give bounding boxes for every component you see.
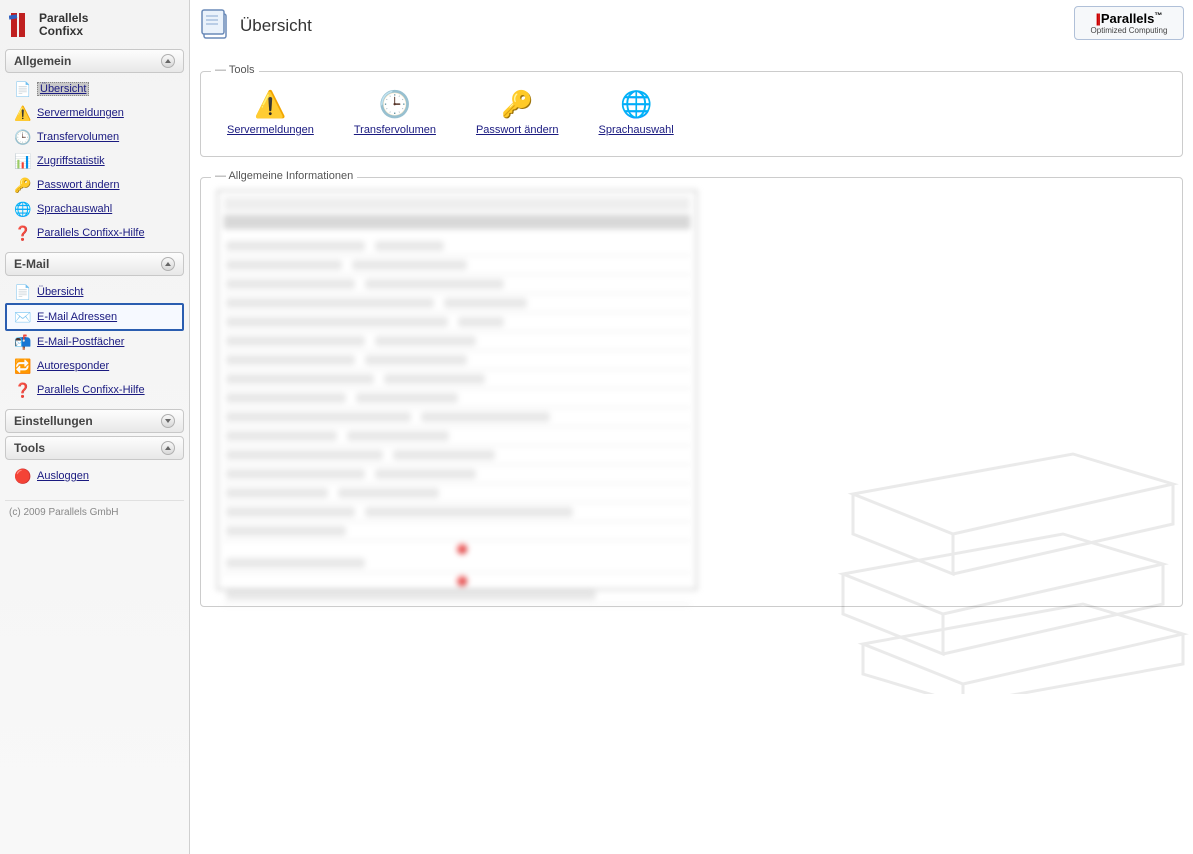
globe-icon: 🌐 (15, 201, 31, 217)
brand-tagline: Optimized Computing (1085, 26, 1173, 35)
nav-section-header[interactable]: E-Mail (5, 252, 184, 276)
nav-item[interactable]: ❓ Parallels Confixx-Hilfe (7, 221, 182, 245)
nav-item[interactable]: 🌐 Sprachauswahl (7, 197, 182, 221)
nav-item[interactable]: 📄 Übersicht (7, 280, 182, 304)
key-icon: 🔑 (15, 177, 31, 193)
nav-item-label[interactable]: Ausloggen (37, 470, 89, 482)
nav-item-label[interactable]: E-Mail Adressen (37, 311, 117, 323)
chart-icon: 📊 (15, 153, 31, 169)
warning-icon: ⚠️ (15, 105, 31, 121)
nav-item[interactable]: 🕒 Transfervolumen (7, 125, 182, 149)
key-icon: 🔑 (501, 88, 533, 120)
info-legend: Allgemeine Informationen (211, 170, 357, 182)
confixx-logo-icon (9, 11, 33, 39)
nav-item[interactable]: 📄 Übersicht (7, 77, 182, 101)
main-content: ||Parallels™ Optimized Computing Übersic… (190, 0, 1193, 854)
globe-icon: 🌐 (620, 88, 652, 120)
nav-items: 🔴 Ausloggen (5, 460, 184, 492)
tool-label[interactable]: Transfervolumen (354, 124, 436, 136)
chevron-up-icon[interactable] (161, 54, 175, 68)
nav-item-label[interactable]: Autoresponder (37, 360, 109, 372)
mailbox-icon: 📬 (15, 334, 31, 350)
page-icon (200, 8, 230, 43)
chevron-up-icon[interactable] (161, 257, 175, 271)
nav-item[interactable]: 🔁 Autoresponder (7, 354, 182, 378)
nav-item[interactable]: ❓ Parallels Confixx-Hilfe (7, 378, 182, 402)
logout-icon: 🔴 (15, 468, 31, 484)
nav-item-label[interactable]: E-Mail-Postfächer (37, 336, 124, 348)
nav-section: Einstellungen (5, 409, 184, 433)
autoreply-icon: 🔁 (15, 358, 31, 374)
nav-section-title: Allgemein (14, 54, 71, 68)
app-logo: Parallels Confixx (5, 5, 184, 49)
warning-icon: ⚠️ (254, 88, 286, 120)
nav-item-label[interactable]: Übersicht (37, 82, 89, 96)
nav-item-label[interactable]: Übersicht (37, 286, 83, 298)
nav-section-header[interactable]: Tools (5, 436, 184, 460)
sidebar: Parallels Confixx Allgemein 📄 Übersicht ⚠️ S… (0, 0, 190, 854)
nav-item-label[interactable]: Sprachauswahl (37, 203, 112, 215)
gauge-icon: 🕒 (15, 129, 31, 145)
nav-item[interactable]: 📊 Zugriffstatistik (7, 149, 182, 173)
nav-item-label[interactable]: Zugriffstatistik (37, 155, 105, 167)
document-icon: 📄 (15, 284, 31, 300)
copyright-text: (c) 2009 Parallels GmbH (5, 500, 184, 524)
server-stack-watermark-icon (833, 434, 1193, 694)
tool-label[interactable]: Sprachauswahl (599, 124, 674, 136)
help-icon: ❓ (15, 382, 31, 398)
chevron-down-icon[interactable] (161, 414, 175, 428)
nav-items: 📄 Übersicht ✉️ E-Mail Adressen 📬 E-Mail-Postf… (5, 276, 184, 406)
nav-item[interactable]: ⚠️ Servermeldungen (7, 101, 182, 125)
info-table-blurred (217, 190, 697, 590)
nav-item-label[interactable]: Parallels Confixx-Hilfe (37, 384, 145, 396)
nav-items: 📄 Übersicht ⚠️ Servermeldungen 🕒 Transfervolu… (5, 73, 184, 249)
nav-item[interactable]: 📬 E-Mail-Postfächer (7, 330, 182, 354)
nav-section-header[interactable]: Einstellungen (5, 409, 184, 433)
help-icon: ❓ (15, 225, 31, 241)
nav-item-label[interactable]: Parallels Confixx-Hilfe (37, 227, 145, 239)
nav-item-label[interactable]: Servermeldungen (37, 107, 124, 119)
nav-item-label[interactable]: Passwort ändern (37, 179, 120, 191)
tool-item[interactable]: ⚠️ Servermeldungen (227, 88, 314, 136)
nav-section-title: Tools (14, 441, 45, 455)
gauge-icon: 🕒 (379, 88, 411, 120)
tools-fieldset: Tools ⚠️Servermeldungen🕒Transfervolumen🔑… (200, 71, 1183, 157)
nav-item[interactable]: ✉️ E-Mail Adressen (5, 303, 184, 331)
nav-section-header[interactable]: Allgemein (5, 49, 184, 73)
tool-label[interactable]: Passwort ändern (476, 124, 559, 136)
tool-item[interactable]: 🔑 Passwort ändern (476, 88, 559, 136)
parallels-brand-logo: ||Parallels™ Optimized Computing (1074, 6, 1184, 40)
nav-section: E-Mail 📄 Übersicht ✉️ E-Mail Adressen 📬 E-Mail… (5, 252, 184, 406)
tool-item[interactable]: 🕒 Transfervolumen (354, 88, 436, 136)
brand-name: Parallels (1101, 11, 1155, 26)
nav-item[interactable]: 🔑 Passwort ändern (7, 173, 182, 197)
nav-item-label[interactable]: Transfervolumen (37, 131, 119, 143)
nav-section-title: Einstellungen (14, 414, 93, 428)
tool-item[interactable]: 🌐 Sprachauswahl (599, 88, 674, 136)
mail-icon: ✉️ (15, 309, 31, 325)
tools-legend: Tools (211, 64, 259, 76)
tool-label[interactable]: Servermeldungen (227, 124, 314, 136)
app-name-line2: Confixx (39, 25, 88, 38)
page-title: Übersicht (240, 16, 312, 36)
nav-section: Tools 🔴 Ausloggen (5, 436, 184, 492)
chevron-up-icon[interactable] (161, 441, 175, 455)
nav-item[interactable]: 🔴 Ausloggen (7, 464, 182, 488)
nav-section-title: E-Mail (14, 257, 49, 271)
page-header: Übersicht (200, 8, 1183, 51)
nav-section: Allgemein 📄 Übersicht ⚠️ Servermeldungen 🕒 Tra… (5, 49, 184, 249)
document-icon: 📄 (15, 81, 31, 97)
